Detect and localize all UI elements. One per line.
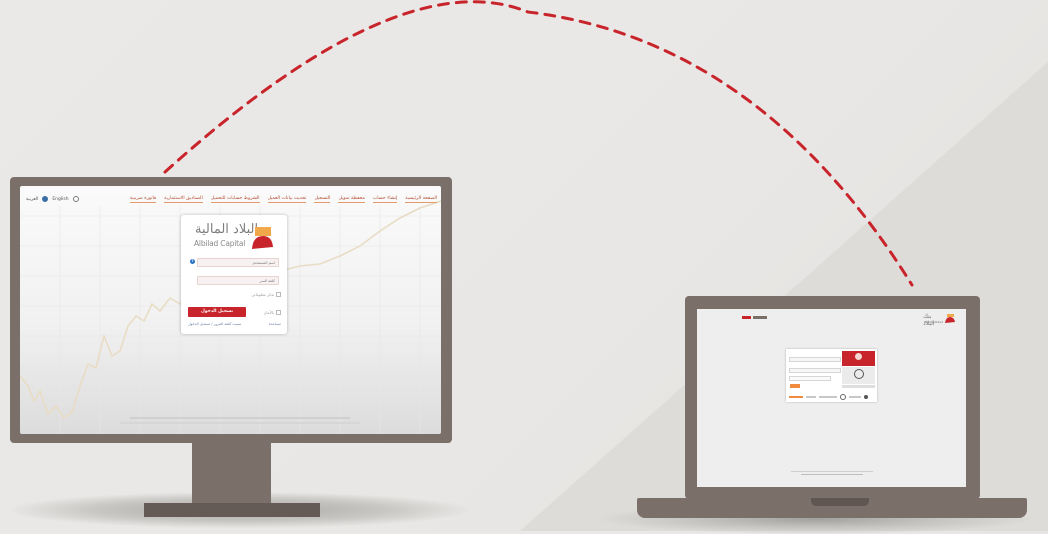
- help-icon[interactable]: ?: [190, 259, 195, 264]
- nav-home[interactable]: الصفحة الرئيسية: [405, 196, 437, 203]
- secure-login-row[interactable]: بالأمان: [264, 310, 281, 315]
- remember-me-label: تذكر معلوماتي: [251, 292, 274, 297]
- help-link[interactable]: مساعدة: [269, 322, 281, 326]
- lang-arabic-label[interactable]: العربية: [26, 197, 38, 202]
- bank-logo-english: Bank Albilad: [924, 320, 943, 324]
- lang-english-label[interactable]: English: [52, 197, 68, 202]
- monitor-stand-neck: [192, 443, 271, 503]
- remember-me-row[interactable]: تذكر معلوماتي: [251, 292, 281, 297]
- laptop-extra-line: [789, 376, 831, 381]
- laptop-gray-strip: [842, 385, 875, 388]
- page-footer-text: [120, 414, 360, 427]
- nav-update-customer[interactable]: تحديث بيانات العميل: [267, 196, 307, 203]
- laptop-gray-panel: [842, 367, 875, 384]
- laptop-login-button[interactable]: [790, 384, 800, 388]
- top-navigation: الصفحة الرئيسية إنشاء حساب محفظة تمويل ا…: [129, 196, 437, 203]
- monitor-stand-base: [144, 503, 320, 517]
- laptop-gray-tab[interactable]: [753, 316, 767, 319]
- forgot-password-link[interactable]: نسيت كلمة المرور / تسجيل الدخول: [188, 322, 241, 326]
- login-links: نسيت كلمة المرور / تسجيل الدخول مساعدة: [188, 322, 281, 326]
- nav-terms[interactable]: الشروط حسابات للتحميل: [210, 196, 260, 203]
- laptop-red-tab[interactable]: [742, 316, 751, 319]
- laptop-top-buttons: [742, 316, 767, 319]
- laptop-screen: بنك البلاد Bank Albilad: [697, 309, 966, 487]
- laptop-page-footer: [787, 469, 877, 477]
- desktop-screen: العربية English الصفحة الرئيسية إنشاء حس…: [20, 186, 441, 434]
- remember-me-checkbox[interactable]: [276, 292, 281, 297]
- nav-funds[interactable]: الصناديق الاستثمارية: [164, 196, 203, 203]
- laptop-notch: [811, 498, 869, 506]
- laptop-password-input[interactable]: [789, 368, 841, 373]
- laptop-red-panel: [842, 351, 875, 366]
- lang-english-radio[interactable]: [42, 196, 49, 202]
- nav-tax-invoice[interactable]: فاتورة ضريبية: [129, 196, 157, 203]
- language-switch: العربية English: [26, 196, 79, 202]
- bank-logo-icon: [945, 314, 955, 323]
- nav-financing-portfolio[interactable]: محفظة تمويل: [338, 196, 365, 203]
- nav-register[interactable]: التسجيل: [314, 196, 331, 203]
- login-card: البلاد المالية Albilad Capital ? اسم الم…: [181, 215, 287, 334]
- secure-login-checkbox[interactable]: [276, 310, 281, 315]
- nav-open-account[interactable]: إنشاء حساب: [372, 196, 398, 203]
- login-button[interactable]: تسجيل الدخول: [188, 307, 246, 317]
- username-input[interactable]: اسم المستخدم: [197, 258, 279, 267]
- brand-logo-arabic: البلاد المالية: [195, 222, 259, 237]
- laptop-login-card: [786, 349, 877, 402]
- laptop-username-input[interactable]: [789, 357, 841, 362]
- laptop-card-footer: [789, 393, 875, 400]
- brand-logo-icon: [252, 227, 273, 249]
- secure-login-label: بالأمان: [263, 310, 274, 315]
- lang-arabic-radio[interactable]: [72, 196, 79, 202]
- brand-logo-english: Albilad Capital: [194, 239, 246, 248]
- password-input[interactable]: كلمة السر: [197, 276, 279, 285]
